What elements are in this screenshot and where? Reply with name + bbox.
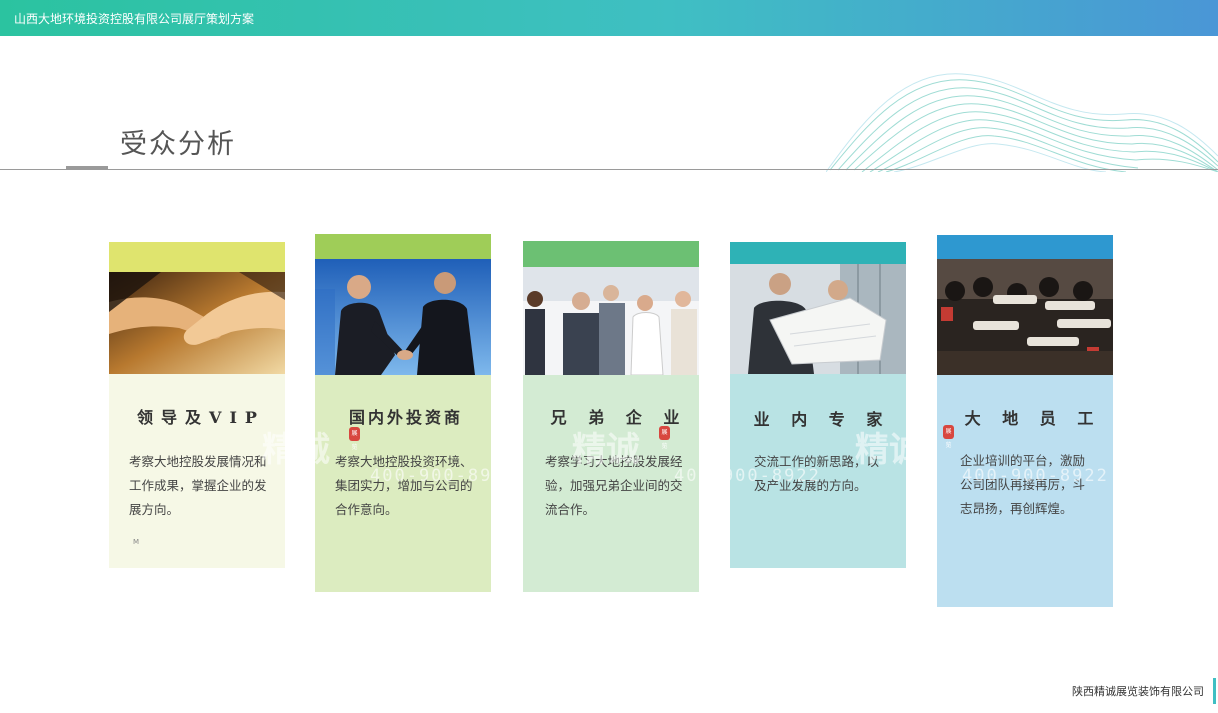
card-description: 考察大地控股投资环境、集团实力，增加与公司的合作意向。: [335, 454, 473, 517]
business-handshake-photo: [315, 259, 491, 375]
card-color-band: [315, 234, 491, 259]
divider-accent: [66, 166, 108, 169]
experts-with-blueprint-photo: [730, 264, 906, 374]
audience-card-experts: 业 内 专 家 交流工作的新思路，以及产业发展的方向。: [730, 242, 906, 568]
seal-stamp-icon: 展览: [943, 425, 954, 449]
business-team-photo: [523, 267, 699, 375]
divider-line: [0, 169, 1218, 170]
footer-accent-bar: [1213, 678, 1216, 704]
card-color-band: [523, 241, 699, 267]
card-description: 考察学习大地控股发展经验，加强兄弟企业间的交流合作。: [545, 454, 683, 517]
section-title: 受众分析: [120, 129, 236, 160]
card-color-band: [730, 242, 906, 264]
seal-stamp-icon: 展览: [349, 427, 360, 451]
card-note: M: [133, 538, 140, 546]
card-description: 考察大地控股发展情况和工作成果，掌握企业的发展方向。: [129, 454, 267, 517]
handshake-closeup-photo: [109, 272, 285, 374]
header-bar: 山西大地环境投资控股有限公司展厅策划方案: [0, 0, 1218, 36]
document-title: 山西大地环境投资控股有限公司展厅策划方案: [14, 12, 255, 26]
audience-card-employees: 大 地 员 工 展览 企业培训的平台，激励公司团队再接再厉，斗志昂扬，再创辉煌。: [937, 235, 1113, 607]
audience-card-sibling-companies: 兄 弟 企 业 展览 考察学习大地控股发展经验，加强兄弟企业间的交流合作。: [523, 241, 699, 592]
decorative-wave-lines: [826, 73, 1218, 172]
card-heading: 大 地 员 工: [964, 409, 1102, 428]
card-description: 企业培训的平台，激励公司团队再接再厉，斗志昂扬，再创辉煌。: [960, 453, 1086, 516]
card-heading: 业 内 专 家: [753, 410, 891, 429]
seal-stamp-icon: 展览: [659, 426, 670, 450]
audience-card-investors: 国内外投资商 展览 考察大地控股投资环境、集团实力，增加与公司的合作意向。: [315, 234, 491, 592]
card-color-band: [937, 235, 1113, 259]
footer-company-name: 陕西精诚展览装饰有限公司: [1072, 685, 1204, 698]
photographers-crowd-photo: [937, 259, 1113, 375]
card-color-band: [109, 242, 285, 272]
card-heading: 国内外投资商: [348, 408, 463, 427]
audience-card-leaders: 领导及VIP 考察大地控股发展情况和工作成果，掌握企业的发展方向。 M: [109, 242, 285, 568]
card-description: 交流工作的新思路，以及产业发展的方向。: [754, 454, 880, 493]
card-heading: 兄 弟 企 业: [550, 408, 688, 427]
card-heading: 领导及VIP: [137, 408, 265, 427]
